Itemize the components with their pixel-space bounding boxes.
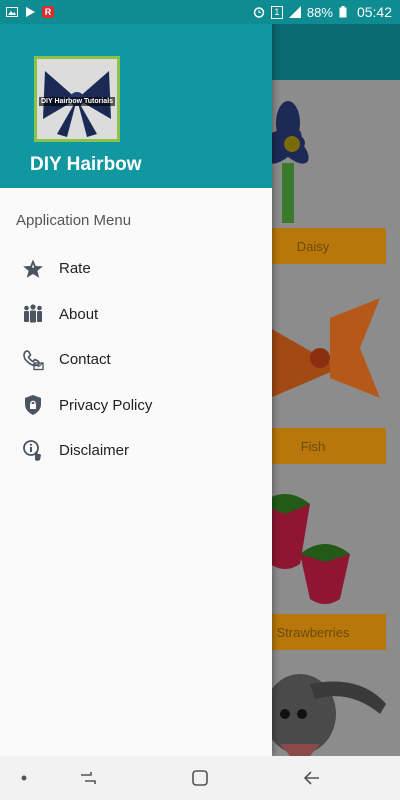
recent-apps-icon[interactable] [78, 768, 98, 788]
menu-heading: Application Menu [16, 212, 132, 229]
info-touch-icon [22, 439, 44, 462]
logo-text: DIY Hairbow Tutorials [39, 97, 115, 106]
status-bar: R 1 88% 05:42 [0, 0, 400, 24]
sim-1-icon: 1 [270, 5, 283, 19]
menu-item-contact[interactable]: Contact [0, 337, 272, 383]
menu-item-label: Disclaimer [59, 442, 130, 460]
battery-icon [339, 6, 351, 18]
battery-percent: 88% [306, 4, 333, 20]
drawer-header: DIY Hairbow Tutorials DIY Hairbow [0, 0, 272, 188]
dot-icon[interactable] [14, 768, 34, 788]
drawer-title: DIY Hairbow [30, 154, 142, 175]
drawer-menu: Rate About Contact Privacy Policy Discla… [0, 246, 272, 474]
menu-item-about[interactable]: About [0, 292, 272, 338]
menu-item-label: About [59, 305, 99, 323]
menu-item-rate[interactable]: Rate [0, 246, 272, 292]
back-icon[interactable] [302, 768, 322, 788]
app-logo: DIY Hairbow Tutorials [34, 56, 120, 142]
contact-icon [22, 349, 44, 371]
system-navigation-bar [0, 756, 400, 800]
menu-item-label: Contact [59, 351, 111, 369]
navigation-drawer[interactable]: DIY Hairbow Tutorials DIY Hairbow Applic… [0, 0, 272, 756]
clock: 05:42 [356, 4, 392, 20]
menu-item-disclaimer[interactable]: Disclaimer [0, 428, 272, 474]
menu-item-label: Rate [59, 260, 91, 278]
play-icon [24, 6, 36, 18]
star-icon [22, 258, 44, 280]
alarm-icon [253, 6, 265, 18]
r-app-icon: R [42, 6, 54, 18]
gallery-icon [6, 6, 18, 18]
menu-item-label: Privacy Policy [59, 396, 153, 414]
people-icon [22, 303, 44, 325]
signal-icon [288, 6, 301, 18]
shield-lock-icon [22, 394, 44, 416]
menu-item-privacy-policy[interactable]: Privacy Policy [0, 383, 272, 429]
home-icon[interactable] [190, 768, 210, 788]
